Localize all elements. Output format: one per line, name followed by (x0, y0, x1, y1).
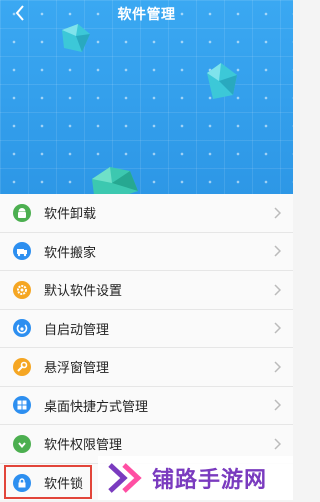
android-uninstall-icon (13, 204, 31, 222)
watermark-text: 铺路手游网 (152, 462, 267, 494)
gear-icon (13, 281, 31, 299)
menu-item-label: 软件搬家 (44, 242, 96, 261)
chevron-right-icon (273, 322, 281, 334)
gem-decoration (56, 24, 92, 54)
permission-icon (13, 435, 31, 453)
menu-item-label: 默认软件设置 (44, 280, 122, 299)
autostart-icon (13, 319, 31, 337)
float-window-icon (13, 358, 31, 376)
watermark: 铺路手游网 (98, 456, 293, 500)
chevron-right-icon (273, 399, 281, 411)
chevron-right-icon (273, 207, 281, 219)
chevron-right-icon (273, 284, 281, 296)
chevron-right-icon (273, 438, 281, 450)
page-title: 软件管理 (0, 4, 293, 24)
move-icon (13, 242, 31, 260)
menu-item-default-apps[interactable]: 默认软件设置 (0, 271, 293, 310)
menu-item-label: 桌面快捷方式管理 (44, 396, 148, 415)
menu-item-shortcuts[interactable]: 桌面快捷方式管理 (0, 387, 293, 426)
menu-item-autostart[interactable]: 自启动管理 (0, 310, 293, 349)
chevron-right-icon (273, 245, 281, 257)
menu-item-label: 悬浮窗管理 (44, 357, 109, 376)
gem-decoration (203, 63, 239, 101)
settings-list: 软件卸载 软件搬家 默认软件设置 自启动管理 悬浮窗管理 桌面快捷方式管理 (0, 194, 293, 500)
gem-decoration (88, 165, 140, 194)
watermark-logo-icon (106, 461, 146, 495)
menu-item-move[interactable]: 软件搬家 (0, 233, 293, 272)
lock-icon (13, 474, 31, 492)
header-banner: 软件管理 (0, 0, 293, 194)
menu-item-label: 软件卸载 (44, 203, 96, 222)
menu-item-uninstall[interactable]: 软件卸载 (0, 194, 293, 233)
chevron-right-icon (273, 361, 281, 373)
menu-item-float-window[interactable]: 悬浮窗管理 (0, 348, 293, 387)
menu-item-label: 软件权限管理 (44, 434, 122, 453)
shortcut-grid-icon (13, 396, 31, 414)
menu-item-label: 自启动管理 (44, 319, 109, 338)
menu-item-label: 软件锁 (44, 473, 83, 492)
